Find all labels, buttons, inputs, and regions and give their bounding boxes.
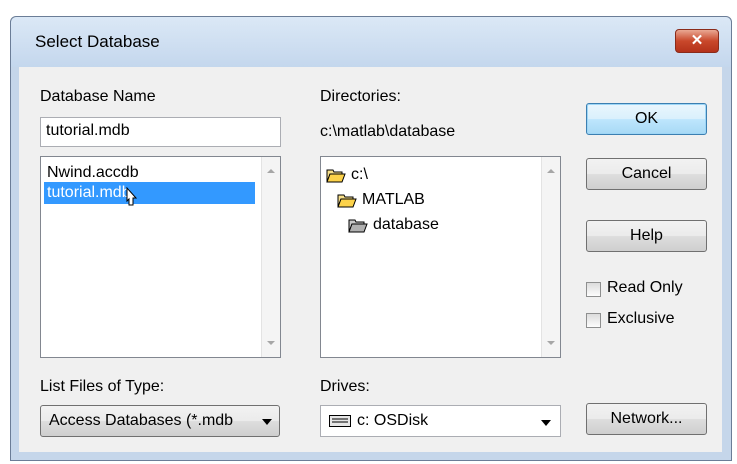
file-list[interactable]: Nwind.accdb tutorial.mdb xyxy=(40,156,281,358)
exclusive-checkbox[interactable] xyxy=(586,313,601,328)
drive-icon xyxy=(329,415,351,427)
file-name: Nwind.accdb xyxy=(47,164,139,181)
file-type-dropdown[interactable]: Access Databases (*.mdb xyxy=(40,405,280,437)
tree-item-label: c:\ xyxy=(351,166,368,183)
ok-button[interactable]: OK xyxy=(586,103,707,135)
title-bar[interactable]: Select Database ✕ xyxy=(11,17,731,67)
network-button[interactable]: Network... xyxy=(586,403,707,435)
file-list-scrollbar[interactable] xyxy=(261,157,280,357)
read-only-label: Read Only xyxy=(607,279,683,296)
tree-item-label: database xyxy=(373,216,439,233)
drive-value: c: OSDisk xyxy=(357,412,429,429)
scroll-down-icon[interactable] xyxy=(547,341,555,345)
tree-item-matlab[interactable]: MATLAB xyxy=(337,189,428,211)
dialog-title: Select Database xyxy=(35,32,160,51)
file-type-label: List Files of Type: xyxy=(40,378,165,395)
cancel-button[interactable]: Cancel xyxy=(586,158,707,190)
open-folder-icon xyxy=(348,219,368,233)
scroll-down-icon[interactable] xyxy=(267,341,275,345)
directory-scrollbar[interactable] xyxy=(541,157,560,357)
directory-tree[interactable]: c:\ MATLAB database xyxy=(320,156,561,358)
close-icon: ✕ xyxy=(690,32,704,49)
exclusive-label: Exclusive xyxy=(607,310,675,327)
drives-label: Drives: xyxy=(320,378,370,395)
read-only-option[interactable]: Read Only xyxy=(586,279,711,302)
open-folder-icon xyxy=(326,169,346,183)
database-name-input[interactable]: tutorial.mdb xyxy=(40,117,281,147)
list-item-selected[interactable]: tutorial.mdb xyxy=(44,182,255,204)
help-button[interactable]: Help xyxy=(586,220,707,252)
scroll-up-icon[interactable] xyxy=(547,169,555,173)
scroll-up-icon[interactable] xyxy=(267,169,275,173)
tree-item-root[interactable]: c:\ xyxy=(326,164,371,186)
chevron-down-icon xyxy=(262,419,272,425)
exclusive-option[interactable]: Exclusive xyxy=(586,310,711,333)
close-button[interactable]: ✕ xyxy=(675,29,719,53)
database-name-label: Database Name xyxy=(40,88,156,105)
mouse-cursor-icon xyxy=(126,187,138,206)
database-name-value: tutorial.mdb xyxy=(46,122,130,139)
current-path: c:\matlab\database xyxy=(320,123,456,140)
drives-dropdown[interactable]: c: OSDisk xyxy=(320,405,561,437)
file-type-value: Access Databases (*.mdb xyxy=(49,412,234,429)
tree-item-label: MATLAB xyxy=(362,191,425,208)
chevron-down-icon xyxy=(541,420,551,426)
directories-label: Directories: xyxy=(320,88,401,105)
dialog-body: Database Name tutorial.mdb Nwind.accdb t… xyxy=(19,67,722,452)
tree-item-database[interactable]: database xyxy=(348,214,442,236)
read-only-checkbox[interactable] xyxy=(586,282,601,297)
list-item[interactable]: Nwind.accdb xyxy=(44,162,142,184)
select-database-dialog: Select Database ✕ Database Name tutorial… xyxy=(10,16,732,461)
file-name: tutorial.mdb xyxy=(47,184,131,201)
open-folder-icon xyxy=(337,194,357,208)
